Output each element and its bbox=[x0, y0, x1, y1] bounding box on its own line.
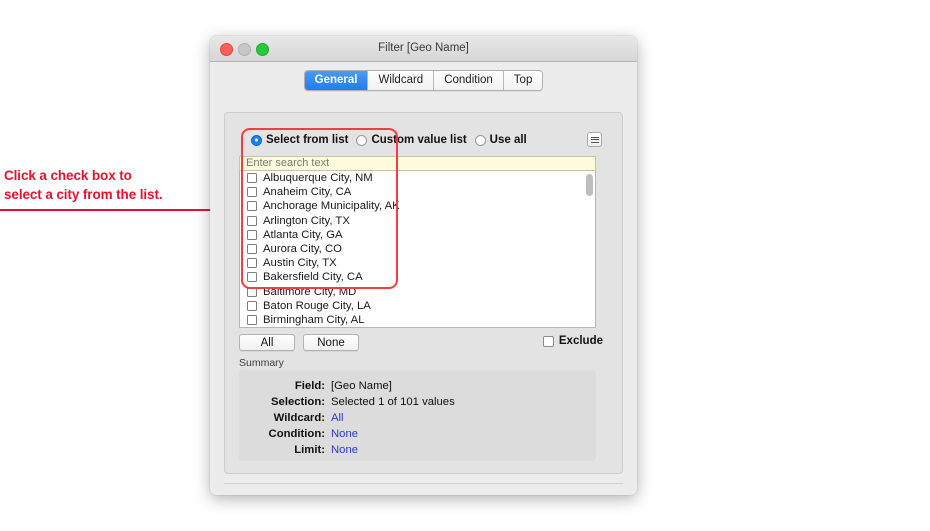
list-item[interactable]: Atlanta City, GA bbox=[240, 228, 595, 242]
summary-key: Condition: bbox=[268, 428, 325, 440]
radio-use-all[interactable]: Use all bbox=[474, 134, 527, 146]
summary-value-limit[interactable]: None bbox=[331, 442, 358, 458]
select-none-button[interactable]: None bbox=[303, 334, 359, 351]
search-input[interactable]: Enter search text bbox=[239, 156, 596, 171]
annotation-leader-line bbox=[0, 209, 243, 211]
summary-row: Field: [Geo Name] bbox=[239, 378, 596, 394]
filter-dialog-window: Filter [Geo Name] General Wildcard Condi… bbox=[210, 36, 637, 495]
list-item[interactable]: Birmingham City, AL bbox=[240, 313, 595, 327]
checkbox-icon[interactable] bbox=[247, 272, 257, 283]
list-item-label: Albuquerque City, NM bbox=[263, 172, 373, 185]
list-scrollbar[interactable] bbox=[586, 174, 593, 324]
tab-top[interactable]: Top bbox=[503, 71, 543, 90]
list-item-label: Baton Rouge City, LA bbox=[263, 299, 371, 312]
checkbox-icon[interactable] bbox=[247, 300, 257, 311]
list-item-label: Atlanta City, GA bbox=[263, 228, 343, 241]
tab-wildcard[interactable]: Wildcard bbox=[368, 71, 435, 90]
list-item-label: Aurora City, CO bbox=[263, 243, 342, 256]
summary-section-label: Summary bbox=[239, 357, 284, 369]
tab-group: General Wildcard Condition Top bbox=[303, 70, 544, 91]
checkbox-icon[interactable] bbox=[247, 201, 257, 212]
list-item[interactable]: Baton Rouge City, LA bbox=[240, 299, 595, 313]
summary-key: Wildcard: bbox=[273, 412, 325, 424]
annotation-line-2: select a city from the list. bbox=[4, 187, 163, 202]
summary-panel: Field: [Geo Name] Selection: Selected 1 … bbox=[239, 370, 596, 461]
list-item[interactable]: Arlington City, TX bbox=[240, 214, 595, 228]
checkbox-icon[interactable] bbox=[247, 258, 257, 269]
window-titlebar: Filter [Geo Name] bbox=[210, 36, 637, 62]
dialog-footer: Reset Apply Cancel OK bbox=[210, 486, 637, 495]
select-all-none-group: All None bbox=[239, 334, 359, 351]
radio-select-from-list-label: Select from list bbox=[266, 134, 349, 146]
list-item[interactable]: Bakersfield City, CA bbox=[240, 270, 595, 284]
summary-value-wildcard[interactable]: All bbox=[331, 410, 344, 426]
summary-key: Selection: bbox=[271, 396, 325, 408]
checkbox-icon[interactable] bbox=[247, 229, 257, 240]
summary-value-field: [Geo Name] bbox=[331, 380, 392, 392]
summary-row: Condition: None bbox=[239, 426, 596, 442]
select-all-button[interactable]: All bbox=[239, 334, 295, 351]
selection-mode-group: Select from list Custom value list Use a… bbox=[251, 134, 527, 146]
tab-bar: General Wildcard Condition Top bbox=[210, 70, 637, 96]
radio-unselected-icon bbox=[474, 134, 486, 146]
checkbox-icon[interactable] bbox=[247, 173, 257, 184]
annotation-callout-text: Click a check box to select a city from … bbox=[4, 166, 219, 204]
minimize-icon[interactable] bbox=[238, 43, 251, 56]
radio-select-from-list[interactable]: Select from list bbox=[251, 134, 348, 146]
radio-unselected-icon bbox=[356, 134, 368, 146]
summary-key: Limit: bbox=[294, 444, 325, 456]
summary-value-selection: Selected 1 of 101 values bbox=[331, 396, 455, 408]
scrollbar-thumb[interactable] bbox=[586, 174, 593, 196]
list-item[interactable]: Austin City, TX bbox=[240, 256, 595, 270]
tab-condition[interactable]: Condition bbox=[434, 71, 504, 90]
checkbox-icon[interactable] bbox=[247, 187, 257, 198]
exclude-label: Exclude bbox=[558, 335, 603, 347]
list-item-label: Anchorage Municipality, AK bbox=[263, 200, 400, 213]
list-item-label: Austin City, TX bbox=[263, 257, 337, 270]
annotation-line-1: Click a check box to bbox=[4, 168, 132, 183]
summary-value-condition[interactable]: None bbox=[331, 426, 358, 442]
checkbox-icon[interactable] bbox=[247, 286, 257, 297]
list-item-label: Anaheim City, CA bbox=[263, 186, 352, 199]
summary-row: Wildcard: All bbox=[239, 410, 596, 426]
exclude-option[interactable]: Exclude bbox=[542, 335, 603, 347]
radio-custom-value-list[interactable]: Custom value list bbox=[356, 134, 467, 146]
window-title: Filter [Geo Name] bbox=[378, 42, 469, 54]
city-checkbox-list[interactable]: Albuquerque City, NM Anaheim City, CA An… bbox=[239, 171, 596, 328]
close-icon[interactable] bbox=[220, 43, 233, 56]
list-menu-icon[interactable] bbox=[587, 132, 602, 147]
list-item-label: Birmingham City, AL bbox=[263, 313, 365, 326]
list-item-label: Baltimore City, MD bbox=[263, 285, 357, 298]
radio-selected-icon bbox=[251, 134, 262, 146]
general-tab-panel: Select from list Custom value list Use a… bbox=[224, 112, 623, 474]
summary-key: Field: bbox=[294, 380, 325, 392]
list-item-label: Arlington City, TX bbox=[263, 214, 350, 227]
list-item-label: Bakersfield City, CA bbox=[263, 271, 363, 284]
radio-use-all-label: Use all bbox=[489, 134, 527, 146]
list-item[interactable]: Aurora City, CO bbox=[240, 242, 595, 256]
summary-row: Selection: Selected 1 of 101 values bbox=[239, 394, 596, 410]
checkbox-icon[interactable] bbox=[542, 335, 554, 347]
tab-general[interactable]: General bbox=[304, 71, 369, 90]
zoom-icon[interactable] bbox=[256, 43, 269, 56]
list-item[interactable]: Baltimore City, MD bbox=[240, 285, 595, 299]
list-item[interactable]: Albuquerque City, NM bbox=[240, 171, 595, 185]
list-item[interactable]: Anchorage Municipality, AK bbox=[240, 199, 595, 213]
list-item[interactable]: Anaheim City, CA bbox=[240, 185, 595, 199]
summary-row: Limit: None bbox=[239, 442, 596, 458]
checkbox-icon[interactable] bbox=[247, 314, 257, 325]
checkbox-icon[interactable] bbox=[247, 244, 257, 255]
radio-custom-value-list-label: Custom value list bbox=[371, 134, 467, 146]
footer-divider bbox=[224, 483, 623, 484]
checkbox-icon[interactable] bbox=[247, 215, 257, 226]
